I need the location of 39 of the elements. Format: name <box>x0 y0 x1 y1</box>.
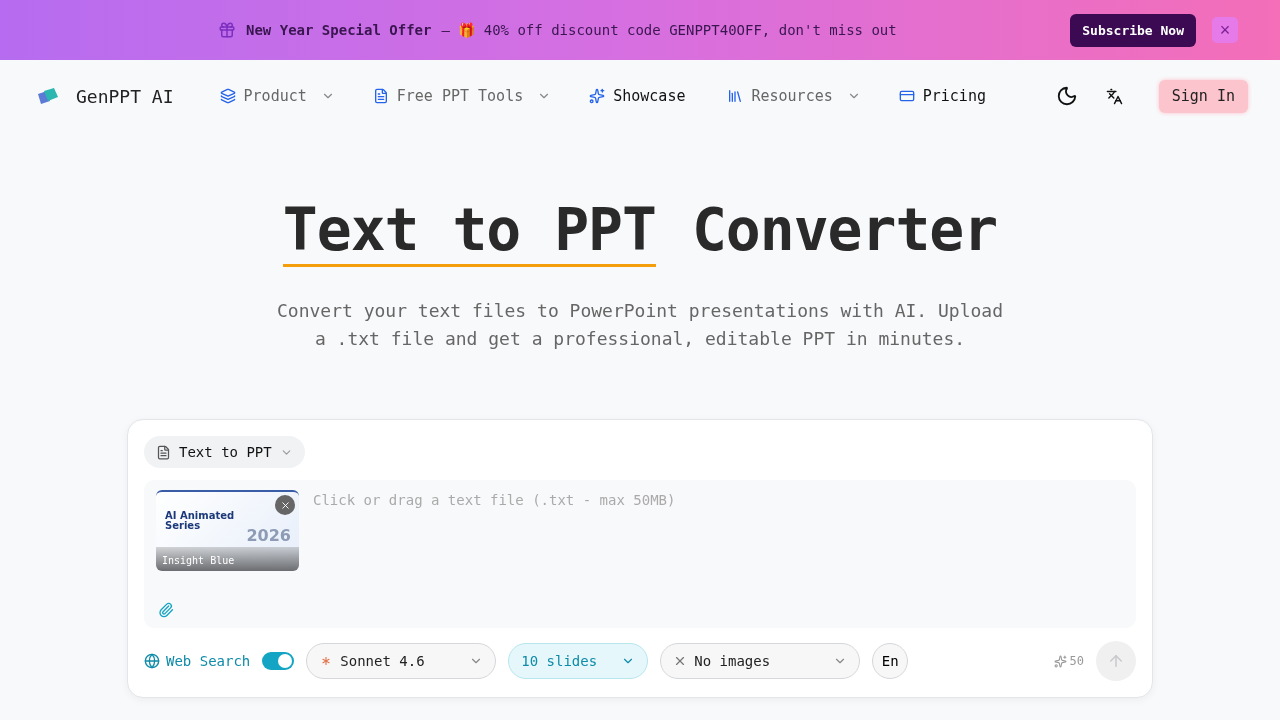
template-thumbnail[interactable]: AI Animated Series 2026 Insight Blue <box>156 490 299 571</box>
offer-text: — 🎁 40% off discount code GENPPT40OFF, don't miss out <box>441 22 898 38</box>
nav-link[interactable]: Pricing <box>898 87 986 105</box>
nav-link[interactable]: Product <box>219 87 335 105</box>
upload-area[interactable]: AI Animated Series 2026 Insight Blue Click or drag a text file (.txt - max 50MB) <box>144 480 1136 628</box>
logo-icon[interactable] <box>36 86 60 106</box>
nav-link[interactable]: Resources <box>727 87 861 105</box>
remove-button[interactable] <box>275 495 295 515</box>
credit-count: 50 <box>1069 654 1084 668</box>
language-button[interactable]: En <box>872 643 909 679</box>
sign-in-button[interactable]: Sign In <box>1158 79 1248 113</box>
web-search-label: Web Search <box>166 653 251 669</box>
document-icon <box>156 444 171 460</box>
title-highlight: Text to PPT <box>282 196 656 267</box>
document-icon <box>372 88 389 104</box>
card-icon <box>898 88 915 104</box>
slides-dropdown[interactable]: 10 slides <box>508 643 649 679</box>
subscribe-button[interactable]: Subscribe Now <box>1070 13 1196 47</box>
slide-title: AI Animated Series <box>165 511 236 531</box>
web-search-toggle[interactable] <box>262 652 295 670</box>
page-title: Converter <box>691 196 998 266</box>
brand-name[interactable]: GenPPT AI <box>76 85 174 107</box>
model-dropdown[interactable]: Sonnet 4.6 <box>306 643 497 679</box>
nav-link[interactable]: Free PPT Tools <box>372 87 552 105</box>
offer-title: New Year Special Offer <box>246 22 432 38</box>
close-icon <box>279 499 291 511</box>
gift-icon <box>218 21 236 39</box>
globe-icon <box>144 653 160 669</box>
template-name: Insight Blue <box>162 555 235 566</box>
sparkles-icon <box>1053 654 1067 668</box>
layers-icon <box>219 88 236 104</box>
mode-dropdown[interactable]: Text to PPT <box>144 436 305 468</box>
nav-link[interactable]: Showcase <box>589 87 686 105</box>
books-icon <box>727 88 744 104</box>
sparkles-icon <box>589 88 606 104</box>
images-dropdown[interactable]: No images <box>660 643 861 679</box>
subtitle: Convert your text files to PowerPoint presentations with AI. Upload a .txt file and get a professional, editable PPT in minutes. <box>275 299 1005 351</box>
slide-year: 2026 <box>246 526 291 545</box>
file-input[interactable]: Click or drag a text file (.txt - max 50MB) <box>311 490 1124 510</box>
